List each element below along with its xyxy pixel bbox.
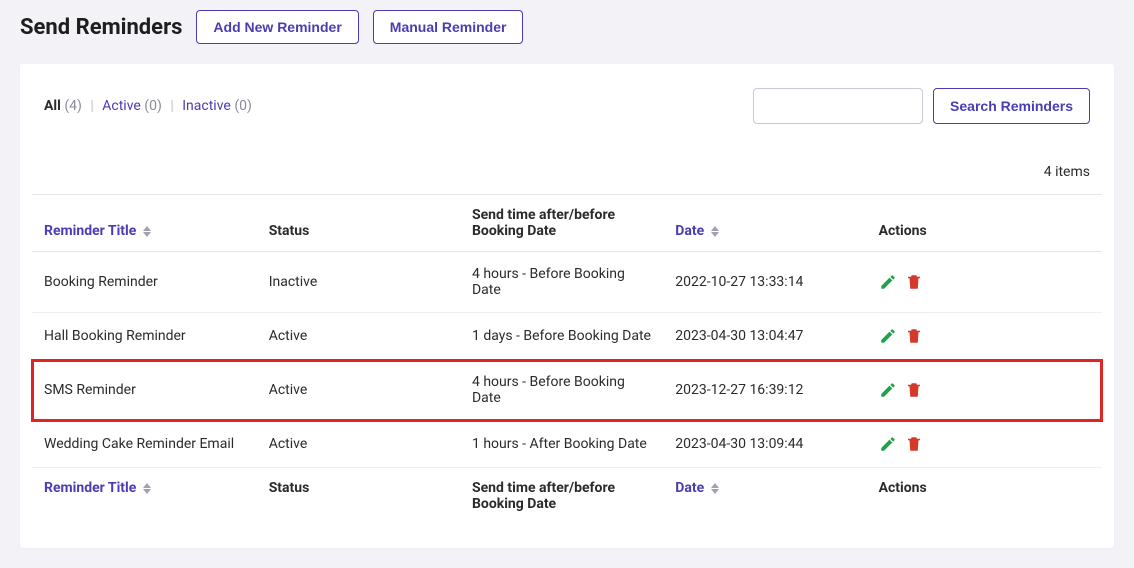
search-reminders-button[interactable]: Search Reminders bbox=[933, 88, 1090, 124]
filter-inactive-label: Inactive bbox=[182, 98, 231, 114]
cell-status: Active bbox=[257, 421, 460, 468]
trash-icon[interactable] bbox=[905, 273, 923, 291]
trash-icon[interactable] bbox=[905, 381, 923, 399]
items-count: 4 items bbox=[20, 124, 1114, 194]
cell-status: Inactive bbox=[257, 252, 460, 313]
column-footer-date-label: Date bbox=[675, 480, 704, 496]
edit-icon[interactable] bbox=[879, 273, 897, 291]
table-row: Booking ReminderInactive4 hours - Before… bbox=[32, 252, 1102, 313]
cell-actions bbox=[867, 360, 1102, 421]
table-row: Wedding Cake Reminder EmailActive1 hours… bbox=[32, 421, 1102, 468]
table-row: SMS ReminderActive4 hours - Before Booki… bbox=[32, 360, 1102, 421]
filter-all[interactable]: All (4) bbox=[44, 98, 85, 114]
filter-separator: | bbox=[90, 98, 93, 114]
filter-active[interactable]: Active (0) bbox=[102, 98, 165, 114]
edit-icon[interactable] bbox=[879, 435, 897, 453]
cell-status: Active bbox=[257, 360, 460, 421]
filter-separator: | bbox=[170, 98, 173, 114]
cell-title: Wedding Cake Reminder Email bbox=[32, 421, 257, 468]
column-header-actions: Actions bbox=[867, 195, 1102, 252]
filter-bar: All (4) | Active (0) | Inactive (0) bbox=[44, 98, 252, 114]
table-row: Hall Booking ReminderActive1 days - Befo… bbox=[32, 313, 1102, 360]
edit-icon[interactable] bbox=[879, 327, 897, 345]
reminders-panel: All (4) | Active (0) | Inactive (0) Sear… bbox=[20, 64, 1114, 548]
column-footer-sendtime: Send time after/before Booking Date bbox=[460, 468, 663, 525]
column-header-title[interactable]: Reminder Title bbox=[32, 195, 257, 252]
cell-date: 2023-04-30 13:04:47 bbox=[663, 313, 866, 360]
column-header-date-label: Date bbox=[675, 223, 704, 239]
column-header-status: Status bbox=[257, 195, 460, 252]
page-title: Send Reminders bbox=[20, 15, 182, 40]
column-footer-status: Status bbox=[257, 468, 460, 525]
cell-sendtime: 1 hours - After Booking Date bbox=[460, 421, 663, 468]
cell-actions bbox=[867, 421, 1102, 468]
filter-inactive[interactable]: Inactive (0) bbox=[182, 98, 252, 114]
trash-icon[interactable] bbox=[905, 327, 923, 345]
filter-active-label: Active bbox=[102, 98, 141, 114]
filter-all-count: (4) bbox=[64, 98, 82, 114]
column-footer-title-label: Reminder Title bbox=[44, 480, 136, 496]
page-header: Send Reminders Add New Reminder Manual R… bbox=[20, 0, 1114, 64]
sort-icon bbox=[711, 226, 719, 237]
cell-sendtime: 4 hours - Before Booking Date bbox=[460, 252, 663, 313]
edit-icon[interactable] bbox=[879, 381, 897, 399]
cell-title: Booking Reminder bbox=[32, 252, 257, 313]
filter-active-count: (0) bbox=[144, 98, 162, 114]
column-footer-title[interactable]: Reminder Title bbox=[32, 468, 257, 525]
column-header-sendtime: Send time after/before Booking Date bbox=[460, 195, 663, 252]
cell-date: 2023-12-27 16:39:12 bbox=[663, 360, 866, 421]
filter-inactive-count: (0) bbox=[234, 98, 252, 114]
cell-status: Active bbox=[257, 313, 460, 360]
filter-all-label: All bbox=[44, 98, 61, 114]
cell-title: SMS Reminder bbox=[32, 360, 257, 421]
reminders-table: Reminder Title Status Send time after/be… bbox=[32, 194, 1102, 524]
add-new-reminder-button[interactable]: Add New Reminder bbox=[196, 10, 358, 44]
cell-actions bbox=[867, 313, 1102, 360]
column-footer-date[interactable]: Date bbox=[663, 468, 866, 525]
sort-icon bbox=[143, 226, 151, 237]
column-header-date[interactable]: Date bbox=[663, 195, 866, 252]
cell-date: 2022-10-27 13:33:14 bbox=[663, 252, 866, 313]
cell-sendtime: 4 hours - Before Booking Date bbox=[460, 360, 663, 421]
sort-icon bbox=[143, 483, 151, 494]
trash-icon[interactable] bbox=[905, 435, 923, 453]
sort-icon bbox=[711, 483, 719, 494]
manual-reminder-button[interactable]: Manual Reminder bbox=[373, 10, 524, 44]
cell-date: 2023-04-30 13:09:44 bbox=[663, 421, 866, 468]
cell-title: Hall Booking Reminder bbox=[32, 313, 257, 360]
column-footer-actions: Actions bbox=[867, 468, 1102, 525]
search-input[interactable] bbox=[753, 88, 923, 124]
column-header-title-label: Reminder Title bbox=[44, 223, 136, 239]
cell-actions bbox=[867, 252, 1102, 313]
cell-sendtime: 1 days - Before Booking Date bbox=[460, 313, 663, 360]
